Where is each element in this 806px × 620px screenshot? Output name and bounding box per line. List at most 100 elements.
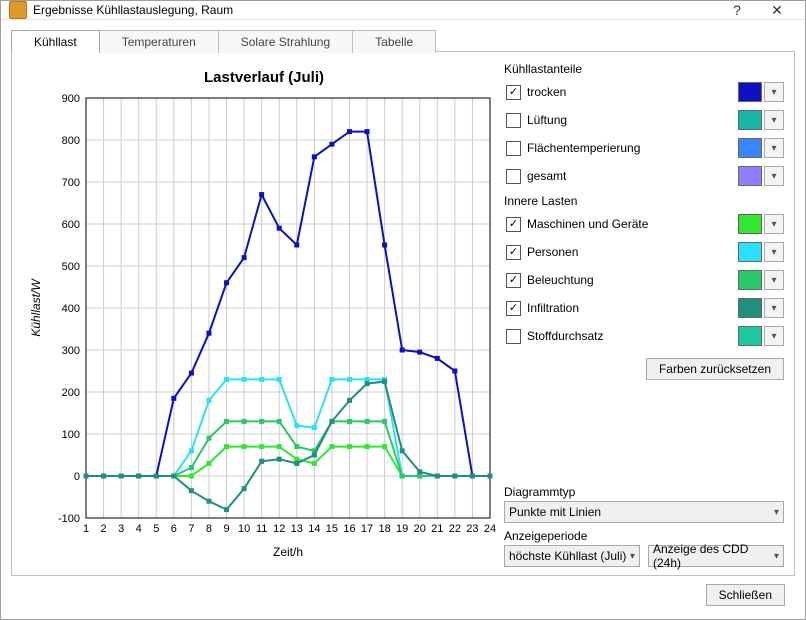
group-innere-list: Maschinen und Geräte▾Personen▾Beleuchtun… bbox=[504, 212, 784, 352]
reset-colors-button[interactable]: Farben zurücksetzen bbox=[646, 358, 784, 380]
svg-text:500: 500 bbox=[62, 261, 80, 273]
legend-row-gesamt: gesamt ▾ bbox=[504, 164, 784, 188]
legend-row-trocken: trocken▾ bbox=[504, 80, 784, 104]
svg-text:10: 10 bbox=[238, 523, 250, 535]
color-swatch-stoffdurchsatz[interactable] bbox=[738, 326, 762, 346]
svg-text:23: 23 bbox=[466, 523, 478, 535]
color-dropdown-maschinen[interactable]: ▾ bbox=[764, 214, 784, 234]
tab-kuehllast[interactable]: Kühllast bbox=[11, 30, 100, 53]
checkbox-flaechentemp[interactable] bbox=[506, 141, 521, 156]
color-dropdown-stoffdurchsatz[interactable]: ▾ bbox=[764, 326, 784, 346]
tab-tabelle[interactable]: Tabelle bbox=[352, 30, 436, 53]
svg-text:5: 5 bbox=[153, 523, 159, 535]
app-icon bbox=[9, 1, 27, 19]
checkbox-gesamt[interactable] bbox=[506, 169, 521, 184]
title-bar: Ergebnisse Kühllastauslegung, Raum ? ✕ bbox=[1, 1, 805, 20]
close-icon[interactable]: ✕ bbox=[757, 2, 797, 19]
color-swatch-trocken[interactable] bbox=[738, 82, 762, 102]
svg-text:300: 300 bbox=[62, 345, 80, 357]
color-swatch-gesamt[interactable] bbox=[738, 166, 762, 186]
color-dropdown-lueftung[interactable]: ▾ bbox=[764, 110, 784, 130]
svg-text:400: 400 bbox=[62, 303, 80, 315]
chevron-down-icon: ▾ bbox=[774, 507, 779, 518]
svg-text:2: 2 bbox=[101, 523, 107, 535]
group-innere-header: Innere Lasten bbox=[504, 194, 784, 208]
svg-text:14: 14 bbox=[308, 523, 320, 535]
chart-pane: Lastverlauf (Juli)-100010020030040050060… bbox=[12, 52, 504, 575]
svg-text:600: 600 bbox=[62, 219, 80, 231]
color-swatch-personen[interactable] bbox=[738, 242, 762, 262]
window-title: Ergebnisse Kühllastauslegung, Raum bbox=[33, 3, 717, 17]
legend-label-lueftung: Lüftung bbox=[527, 113, 738, 127]
checkbox-maschinen[interactable] bbox=[506, 217, 521, 232]
svg-text:17: 17 bbox=[361, 523, 373, 535]
color-swatch-beleuchtung[interactable] bbox=[738, 270, 762, 290]
checkbox-lueftung[interactable] bbox=[506, 113, 521, 128]
legend-row-personen: Personen ▾ bbox=[504, 240, 784, 264]
color-dropdown-infiltration[interactable]: ▾ bbox=[764, 298, 784, 318]
checkbox-personen[interactable] bbox=[506, 245, 521, 260]
tab-bar: Kühllast Temperaturen Solare Strahlung T… bbox=[11, 28, 795, 52]
color-dropdown-trocken[interactable]: ▾ bbox=[764, 82, 784, 102]
tab-temperaturen[interactable]: Temperaturen bbox=[99, 30, 219, 53]
period-right-select[interactable]: Anzeige des CDD (24h) ▾ bbox=[648, 545, 784, 567]
checkbox-beleuchtung[interactable] bbox=[506, 273, 521, 288]
svg-text:11: 11 bbox=[256, 523, 267, 535]
chevron-down-icon: ▾ bbox=[630, 551, 635, 562]
color-swatch-flaechentemp[interactable] bbox=[738, 138, 762, 158]
diagramtype-value: Punkte mit Linien bbox=[509, 505, 601, 519]
legend-row-beleuchtung: Beleuchtung ▾ bbox=[504, 268, 784, 292]
close-button[interactable]: Schließen bbox=[706, 584, 785, 606]
checkbox-trocken[interactable] bbox=[506, 85, 521, 100]
color-swatch-lueftung[interactable] bbox=[738, 110, 762, 130]
svg-text:100: 100 bbox=[62, 429, 80, 441]
tab-solare-strahlung[interactable]: Solare Strahlung bbox=[218, 30, 353, 53]
svg-text:20: 20 bbox=[414, 523, 426, 535]
svg-text:18: 18 bbox=[378, 523, 390, 535]
svg-text:4: 4 bbox=[136, 523, 142, 535]
svg-text:700: 700 bbox=[62, 177, 80, 189]
svg-text:3: 3 bbox=[118, 523, 124, 535]
legend-row-infiltration: Infiltration ▾ bbox=[504, 296, 784, 320]
svg-text:8: 8 bbox=[206, 523, 212, 535]
legend-label-infiltration: Infiltration bbox=[527, 301, 738, 315]
period-left-value: höchste Kühllast (Juli) bbox=[509, 549, 626, 563]
svg-text:24: 24 bbox=[484, 523, 496, 535]
svg-text:7: 7 bbox=[188, 523, 194, 535]
svg-text:19: 19 bbox=[396, 523, 408, 535]
svg-text:9: 9 bbox=[223, 523, 229, 535]
svg-text:900: 900 bbox=[62, 93, 80, 105]
legend-label-gesamt: gesamt bbox=[527, 169, 738, 183]
svg-text:15: 15 bbox=[326, 523, 338, 535]
color-dropdown-flaechentemp[interactable]: ▾ bbox=[764, 138, 784, 158]
side-pane: Kühllastanteile trocken▾Lüftung▾Flächent… bbox=[504, 52, 794, 575]
legend-label-beleuchtung: Beleuchtung bbox=[527, 273, 738, 287]
svg-text:21: 21 bbox=[431, 523, 443, 535]
svg-text:200: 200 bbox=[62, 387, 80, 399]
chart: Lastverlauf (Juli)-100010020030040050060… bbox=[24, 64, 504, 564]
diagramtype-label: Diagrammtyp bbox=[504, 485, 784, 499]
checkbox-stoffdurchsatz[interactable] bbox=[506, 329, 521, 344]
svg-text:Kühllast/W: Kühllast/W bbox=[29, 278, 43, 337]
color-dropdown-gesamt[interactable]: ▾ bbox=[764, 166, 784, 186]
help-button[interactable]: ? bbox=[717, 2, 757, 18]
legend-row-lueftung: Lüftung ▾ bbox=[504, 108, 784, 132]
color-dropdown-beleuchtung[interactable]: ▾ bbox=[764, 270, 784, 290]
svg-text:6: 6 bbox=[171, 523, 177, 535]
group-anteile-list: trocken▾Lüftung▾Flächentemperierung▾gesa… bbox=[504, 80, 784, 192]
diagramtype-select[interactable]: Punkte mit Linien ▾ bbox=[504, 501, 784, 523]
tab-underline bbox=[435, 51, 795, 52]
legend-label-personen: Personen bbox=[527, 245, 738, 259]
period-left-select[interactable]: höchste Kühllast (Juli) ▾ bbox=[504, 545, 640, 567]
svg-text:-100: -100 bbox=[58, 513, 80, 525]
legend-label-maschinen: Maschinen und Geräte bbox=[527, 217, 738, 231]
svg-text:0: 0 bbox=[74, 471, 80, 483]
color-swatch-maschinen[interactable] bbox=[738, 214, 762, 234]
client-area: Kühllast Temperaturen Solare Strahlung T… bbox=[1, 20, 805, 620]
period-label: Anzeigeperiode bbox=[504, 529, 784, 543]
color-dropdown-personen[interactable]: ▾ bbox=[764, 242, 784, 262]
color-swatch-infiltration[interactable] bbox=[738, 298, 762, 318]
legend-label-flaechentemp: Flächentemperierung bbox=[527, 141, 738, 155]
svg-text:12: 12 bbox=[273, 523, 285, 535]
checkbox-infiltration[interactable] bbox=[506, 301, 521, 316]
